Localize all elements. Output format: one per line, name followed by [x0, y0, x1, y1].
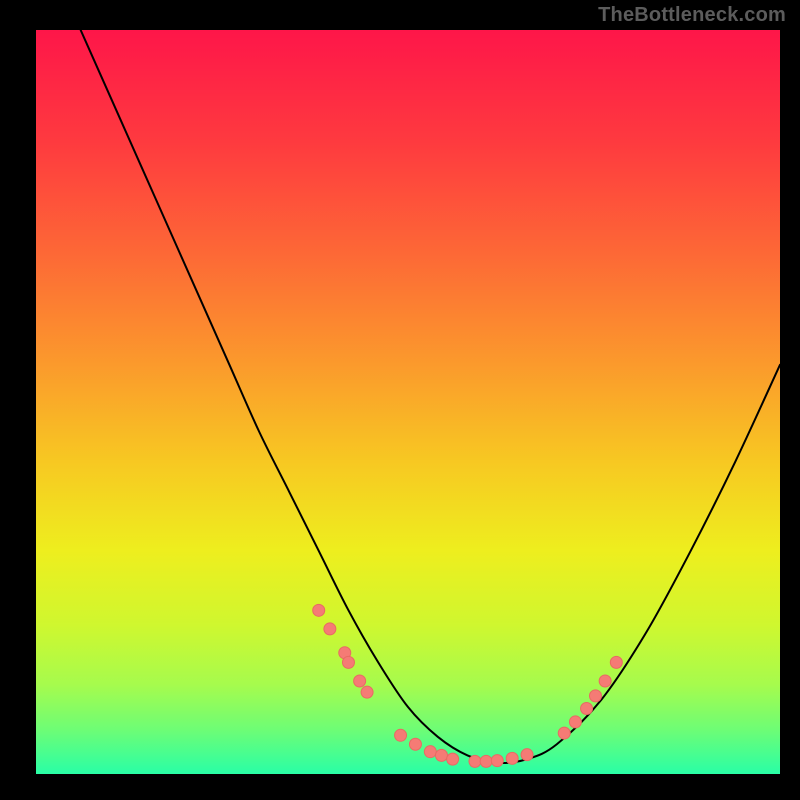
watermark-text: TheBottleneck.com — [598, 4, 786, 27]
curve-marker — [469, 755, 481, 767]
curve-marker — [424, 746, 436, 758]
curve-marker — [569, 716, 581, 728]
plot-background — [36, 30, 780, 774]
curve-marker — [313, 604, 325, 616]
curve-marker — [589, 690, 601, 702]
curve-marker — [506, 752, 518, 764]
chart-canvas — [0, 0, 800, 800]
curve-marker — [395, 729, 407, 741]
curve-marker — [491, 755, 503, 767]
curve-marker — [409, 738, 421, 750]
curve-marker — [599, 675, 611, 687]
curve-marker — [354, 675, 366, 687]
curve-marker — [610, 656, 622, 668]
curve-marker — [581, 703, 593, 715]
curve-marker — [435, 749, 447, 761]
curve-marker — [521, 749, 533, 761]
curve-marker — [361, 686, 373, 698]
curve-marker — [480, 755, 492, 767]
curve-marker — [558, 727, 570, 739]
curve-marker — [447, 753, 459, 765]
curve-marker — [342, 656, 354, 668]
curve-marker — [324, 623, 336, 635]
